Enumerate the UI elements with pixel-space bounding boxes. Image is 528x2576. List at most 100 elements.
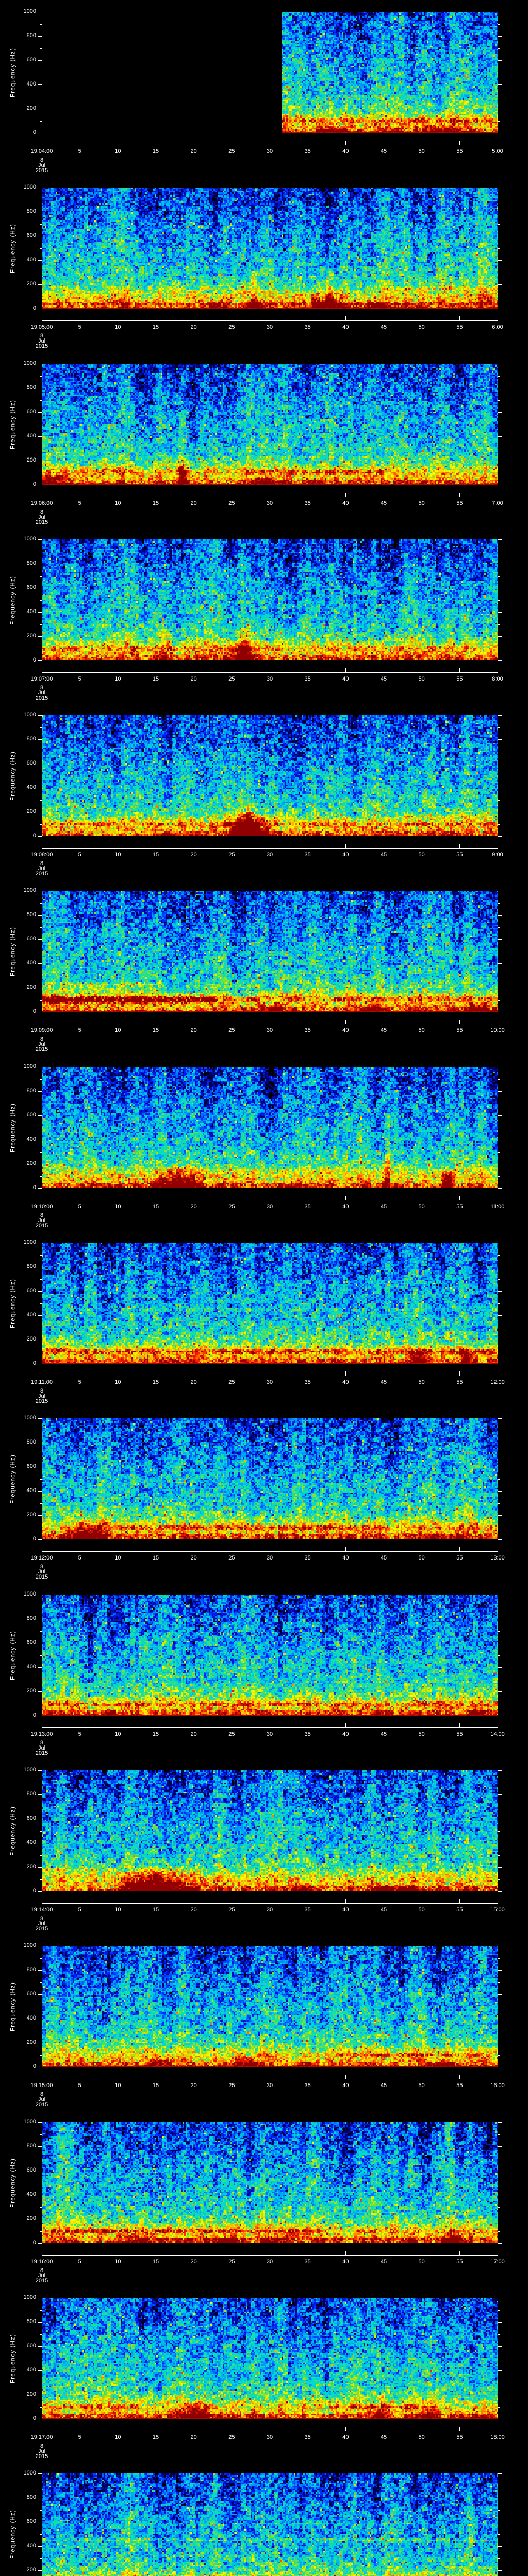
x-tick-label: 10	[114, 2083, 121, 2089]
x-tick-label: 20	[191, 2435, 197, 2441]
date-year: 2015	[36, 1047, 48, 1053]
x-start-time-label: 19:13:00	[31, 1732, 53, 1737]
x-tick-label: 5	[78, 149, 81, 155]
date-year: 2015	[36, 1223, 48, 1229]
y-tick-label: 400	[13, 1312, 36, 1318]
y-axis-title: Frequency (Hz)	[11, 399, 16, 449]
x-tick-label: 35	[305, 1732, 311, 1737]
x-tick-label: 35	[305, 676, 311, 682]
y-tick-label: 200	[13, 1864, 36, 1870]
y-tick-label: 200	[13, 1688, 36, 1694]
x-end-time-label: 9:00	[492, 852, 503, 858]
y-tick-label: 400	[13, 785, 36, 790]
x-tick-label: 15	[153, 1907, 159, 1913]
y-tick-label: 200	[13, 985, 36, 990]
y-tick-label: 1000	[13, 184, 36, 190]
y-tick-label: 600	[13, 585, 36, 590]
date-year: 2015	[36, 1926, 48, 1932]
x-start-time-label: 19:14:00	[31, 1907, 53, 1913]
x-tick-label: 25	[228, 501, 235, 506]
x-tick-label: 5	[78, 501, 81, 506]
spectrogram-panel: Frequency (Hz)0200400600800100019:10:005…	[0, 1055, 528, 1231]
x-tick-label: 5	[78, 1028, 81, 1033]
x-start-time-label: 19:12:00	[31, 1555, 53, 1561]
x-tick-label: 5	[78, 325, 81, 330]
x-tick-label: 10	[114, 149, 121, 155]
y-tick-label: 600	[13, 1991, 36, 1997]
x-end-time-label: 15:00	[490, 1907, 505, 1913]
y-axis-title: Frequency (Hz)	[11, 1103, 16, 1152]
y-tick-label: 1000	[13, 2119, 36, 2125]
date-year: 2015	[36, 344, 48, 349]
x-tick-label: 5	[78, 1907, 81, 1913]
x-tick-label: 30	[267, 325, 273, 330]
spectrogram-plot	[42, 1946, 498, 2067]
x-start-time-label: 19:05:00	[31, 325, 53, 330]
y-axis-title: Frequency (Hz)	[11, 1806, 16, 1855]
x-tick-label: 50	[419, 1907, 425, 1913]
y-tick-label: 1000	[13, 1415, 36, 1421]
x-end-time-label: 17:00	[490, 2259, 505, 2265]
y-tick-label: 600	[13, 409, 36, 415]
x-end-time-label: 13:00	[490, 1555, 505, 1561]
x-tick-label: 45	[381, 2435, 387, 2441]
x-tick-label: 20	[191, 2083, 197, 2089]
y-tick-label: 200	[13, 633, 36, 639]
x-tick-label: 10	[114, 1555, 121, 1561]
x-tick-label: 25	[228, 325, 235, 330]
y-tick-label: 400	[13, 960, 36, 966]
spectrogram-panel: Frequency (Hz)0200400600800100019:12:005…	[0, 1406, 528, 1583]
spectrogram-plot	[42, 1243, 498, 1364]
x-end-time-label: 8:00	[492, 676, 503, 682]
y-axis-title: Frequency (Hz)	[11, 575, 16, 624]
x-tick-label: 35	[305, 325, 311, 330]
y-tick-label: 600	[13, 936, 36, 942]
x-start-time-label: 19:10:00	[31, 1204, 53, 1210]
x-tick-label: 40	[342, 2435, 349, 2441]
y-axis-title: Frequency (Hz)	[11, 47, 16, 97]
x-tick-label: 30	[267, 1028, 273, 1033]
x-start-time-label: 19:09:00	[31, 1028, 53, 1033]
x-tick-label: 50	[419, 325, 425, 330]
spectrogram-panel: Frequency (Hz)0200400600800100019:15:005…	[0, 1934, 528, 2110]
x-tick-label: 40	[342, 2083, 349, 2089]
x-tick-label: 10	[114, 1907, 121, 1913]
x-tick-label: 25	[228, 2259, 235, 2265]
x-tick-label: 5	[78, 852, 81, 858]
x-tick-label: 40	[342, 852, 349, 858]
x-start-time-label: 19:16:00	[31, 2259, 53, 2265]
x-tick-label: 55	[456, 676, 463, 682]
x-end-time-label: 5:00	[492, 149, 503, 155]
y-tick-label: 400	[13, 1137, 36, 1142]
x-tick-label: 5	[78, 2435, 81, 2441]
y-tick-label: 1000	[13, 1591, 36, 1597]
y-tick-label: 400	[13, 2367, 36, 2373]
y-tick-label: 600	[13, 57, 36, 63]
x-tick-label: 50	[419, 149, 425, 155]
x-tick-label: 30	[267, 1204, 273, 1210]
date-year: 2015	[36, 1751, 48, 1756]
x-tick-label: 30	[267, 2259, 273, 2265]
x-tick-label: 45	[381, 2083, 387, 2089]
x-tick-label: 50	[419, 676, 425, 682]
y-tick-label: 400	[13, 2015, 36, 2021]
x-tick-label: 5	[78, 1555, 81, 1561]
y-tick-label: 200	[13, 1161, 36, 1166]
y-axis-title: Frequency (Hz)	[11, 926, 16, 976]
x-tick-label: 40	[342, 149, 349, 155]
x-tick-label: 45	[381, 501, 387, 506]
x-tick-label: 10	[114, 501, 121, 506]
y-tick-label: 200	[13, 1336, 36, 1342]
spectrogram-page: { "page": {"background": "#000000", "wid…	[0, 0, 528, 2576]
y-tick-label: 0	[13, 306, 36, 311]
x-tick-label: 50	[419, 852, 425, 858]
x-tick-label: 5	[78, 676, 81, 682]
x-tick-label: 25	[228, 1380, 235, 1385]
spectrogram-panel: Frequency (Hz)0200400600800100019:08:005…	[0, 703, 528, 879]
spectrogram-plot	[42, 1595, 498, 1716]
x-tick-label: 40	[342, 1380, 349, 1385]
spectrogram-panel: Frequency (Hz)0200400600800100019:13:005…	[0, 1583, 528, 1759]
spectrogram-panel: Frequency (Hz)0200400600800100019:18:005…	[0, 2462, 528, 2576]
y-tick-label: 600	[13, 2519, 36, 2524]
spectrogram-plot	[42, 539, 498, 660]
